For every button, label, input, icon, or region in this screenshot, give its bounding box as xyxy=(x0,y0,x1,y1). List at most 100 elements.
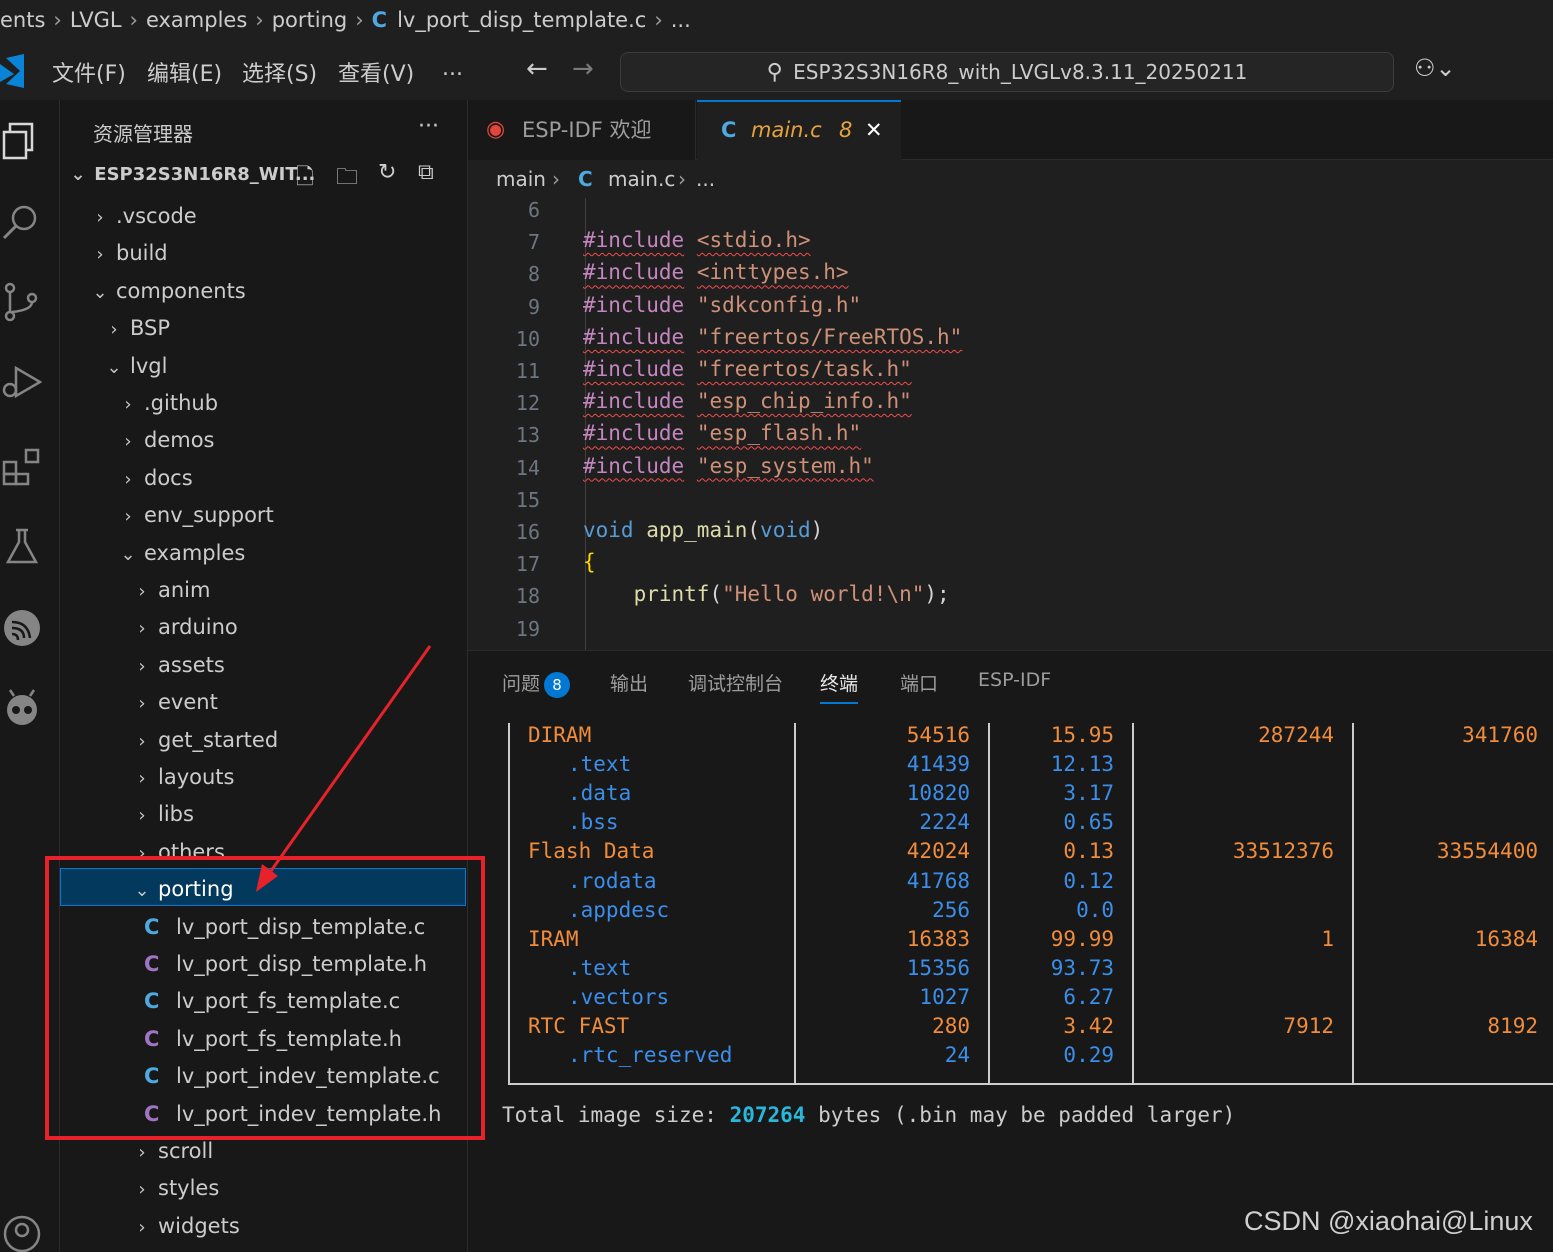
tree-item[interactable]: › arduino xyxy=(132,609,237,645)
tree-item[interactable]: › docs xyxy=(118,460,192,496)
code-line[interactable]: #include "esp_chip_info.h" xyxy=(583,389,912,413)
tree-item[interactable]: › build xyxy=(90,235,167,271)
top-breadcrumb-item[interactable]: ents xyxy=(0,0,45,40)
code-line[interactable]: #include <stdio.h> xyxy=(583,228,811,252)
tree-item[interactable]: › event xyxy=(132,684,217,720)
breadcrumb-file[interactable]: main.c xyxy=(608,160,675,198)
tree-item[interactable]: › widgets xyxy=(132,1208,239,1244)
esp-idf-icon[interactable] xyxy=(2,608,42,648)
close-icon[interactable]: ✕ xyxy=(865,100,883,160)
code-line[interactable]: void app_main(void) xyxy=(583,518,823,542)
tree-item[interactable]: › BSP xyxy=(104,310,170,346)
code-line[interactable]: #include "sdkconfig.h" xyxy=(583,293,861,317)
tree-item[interactable]: › styles xyxy=(132,1170,219,1206)
remain-bytes: 33512376 xyxy=(1232,839,1334,864)
used-percent: 0.29 xyxy=(1063,1043,1114,1068)
vscode-logo-icon xyxy=(0,54,24,88)
line-number: 6 xyxy=(527,198,540,222)
panel-tab-problems[interactable]: 问题 8 xyxy=(502,669,571,698)
code-token: #include xyxy=(583,292,685,317)
used-bytes: 2224 xyxy=(919,810,970,835)
tree-item[interactable]: › anim xyxy=(132,572,210,608)
testing-icon[interactable] xyxy=(2,526,42,566)
used-percent: 15.95 xyxy=(1050,723,1114,747)
menu-selection[interactable]: 选择(S) xyxy=(242,56,317,88)
code-editor[interactable]: 6 7 #include <stdio.h> 8 #include <inttypes.… xyxy=(468,198,1553,650)
explorer-icon[interactable] xyxy=(2,120,42,160)
code-token: #include xyxy=(583,453,685,478)
command-center[interactable]: ⚲ ESP32S3N16R8_with_LVGLv8.3.11_20250211 xyxy=(620,52,1394,92)
code-line[interactable]: #include <inttypes.h> xyxy=(583,260,849,284)
tree-item[interactable]: › assets xyxy=(132,647,224,683)
used-percent: 0.65 xyxy=(1063,810,1114,835)
code-token: "sdkconfig.h" xyxy=(696,292,862,317)
panel-tab-esp-idf[interactable]: ESP-IDF xyxy=(978,669,1051,691)
platformio-icon[interactable] xyxy=(2,688,42,728)
code-token: "freertos/FreeRTOS.h" xyxy=(696,324,963,349)
top-breadcrumb-item[interactable]: examples xyxy=(146,0,247,40)
title-bar: 文件(F) 编辑(E) 选择(S) 查看(V) ... ← → ⚲ ESP32S… xyxy=(0,42,1553,100)
panel-tab-ports[interactable]: 端口 xyxy=(900,669,938,696)
panel-tab-debug-console[interactable]: 调试控制台 xyxy=(688,669,783,696)
code-line[interactable]: #include "esp_flash.h" xyxy=(583,421,861,445)
code-line[interactable]: #include "freertos/task.h" xyxy=(583,357,912,381)
chevron-right-icon: › xyxy=(255,8,264,32)
tab-main-c[interactable]: C main.c 8 ✕ xyxy=(697,100,901,160)
code-line[interactable]: printf("Hello world!\n"); xyxy=(583,582,950,606)
chevron-down-icon: ⌄ xyxy=(120,543,136,565)
account-icon[interactable] xyxy=(2,1212,42,1252)
tree-item[interactable]: › env_support xyxy=(118,497,273,533)
new-folder-icon[interactable]: 🗀 xyxy=(336,160,358,198)
problems-count: 8 xyxy=(839,118,853,142)
panel-tab-terminal[interactable]: 终端 xyxy=(820,669,859,704)
table-row: .text 15356 93.73 xyxy=(510,956,1553,985)
menu-file[interactable]: 文件(F) xyxy=(52,56,126,88)
chevron-right-icon: › xyxy=(138,805,146,827)
copilot-icon[interactable]: ⚇⌄ xyxy=(1414,54,1456,82)
menu-more[interactable]: ... xyxy=(442,56,463,81)
used-percent: 0.0 xyxy=(1076,897,1114,922)
search-icon[interactable] xyxy=(2,202,42,242)
tree-item[interactable]: › .vscode xyxy=(90,198,196,234)
tree-item[interactable]: › get_started xyxy=(132,722,278,758)
forward-arrow-icon[interactable]: → xyxy=(572,54,594,84)
tree-item[interactable]: › .github xyxy=(118,385,218,421)
run-debug-icon[interactable] xyxy=(2,362,42,402)
code-line[interactable]: #include "freertos/FreeRTOS.h" xyxy=(583,325,962,349)
top-breadcrumb-item[interactable]: lv_port_disp_template.c xyxy=(397,0,646,40)
section-name: DIRAM xyxy=(528,723,592,747)
tree-item[interactable]: › libs xyxy=(132,796,194,832)
top-breadcrumb-item[interactable]: LVGL xyxy=(70,0,122,40)
tree-item[interactable]: › demos xyxy=(118,422,214,458)
menu-edit[interactable]: 编辑(E) xyxy=(147,56,222,88)
top-breadcrumb-item[interactable]: porting xyxy=(272,0,348,40)
refresh-icon[interactable]: ↻ xyxy=(378,160,396,185)
breadcrumb-symbol[interactable]: ... xyxy=(696,160,715,198)
new-file-icon[interactable]: 🗋 xyxy=(296,160,314,198)
top-breadcrumb-item[interactable]: ... xyxy=(671,0,691,40)
collapse-all-icon[interactable]: ⧉ xyxy=(418,160,434,185)
explorer-more-button[interactable]: ··· xyxy=(418,114,439,139)
panel-tab-output[interactable]: 输出 xyxy=(610,669,648,696)
tree-item[interactable]: ⌄ examples xyxy=(118,535,245,571)
chevron-down-icon: ⌄ xyxy=(92,281,108,303)
used-percent: 99.99 xyxy=(1050,926,1114,951)
back-arrow-icon[interactable]: ← xyxy=(526,54,548,84)
tree-item[interactable]: › layouts xyxy=(132,759,234,795)
menu-view[interactable]: 查看(V) xyxy=(338,56,414,88)
table-row: .bss 2224 0.65 xyxy=(510,810,1553,839)
code-line[interactable]: #include "esp_system.h" xyxy=(583,454,874,478)
tree-item[interactable]: ⌄ lvgl xyxy=(104,348,167,384)
chevron-right-icon: › xyxy=(138,1216,146,1238)
source-control-icon[interactable] xyxy=(2,282,42,322)
tree-item[interactable]: ⌄ components xyxy=(90,273,245,309)
extensions-icon[interactable] xyxy=(2,446,42,486)
code-line[interactable]: { xyxy=(583,550,596,574)
chevron-right-icon: › xyxy=(96,207,104,228)
workspace-root[interactable]: ⌄ ESP32S3N16R8_WIT... 🗋 🗀 ↻ ⧉ xyxy=(68,160,468,196)
breadcrumb-folder[interactable]: main xyxy=(496,160,546,198)
tab-esp-idf-welcome[interactable]: ◉ ESP-IDF 欢迎 xyxy=(468,100,696,160)
memory-usage-table: DIRAM 54516 15.95 287244 341760 .text 41439 12.… xyxy=(508,723,1553,1085)
line-number: 19 xyxy=(515,616,540,641)
table-row: IRAM 16383 99.99 1 16384 xyxy=(510,927,1553,956)
